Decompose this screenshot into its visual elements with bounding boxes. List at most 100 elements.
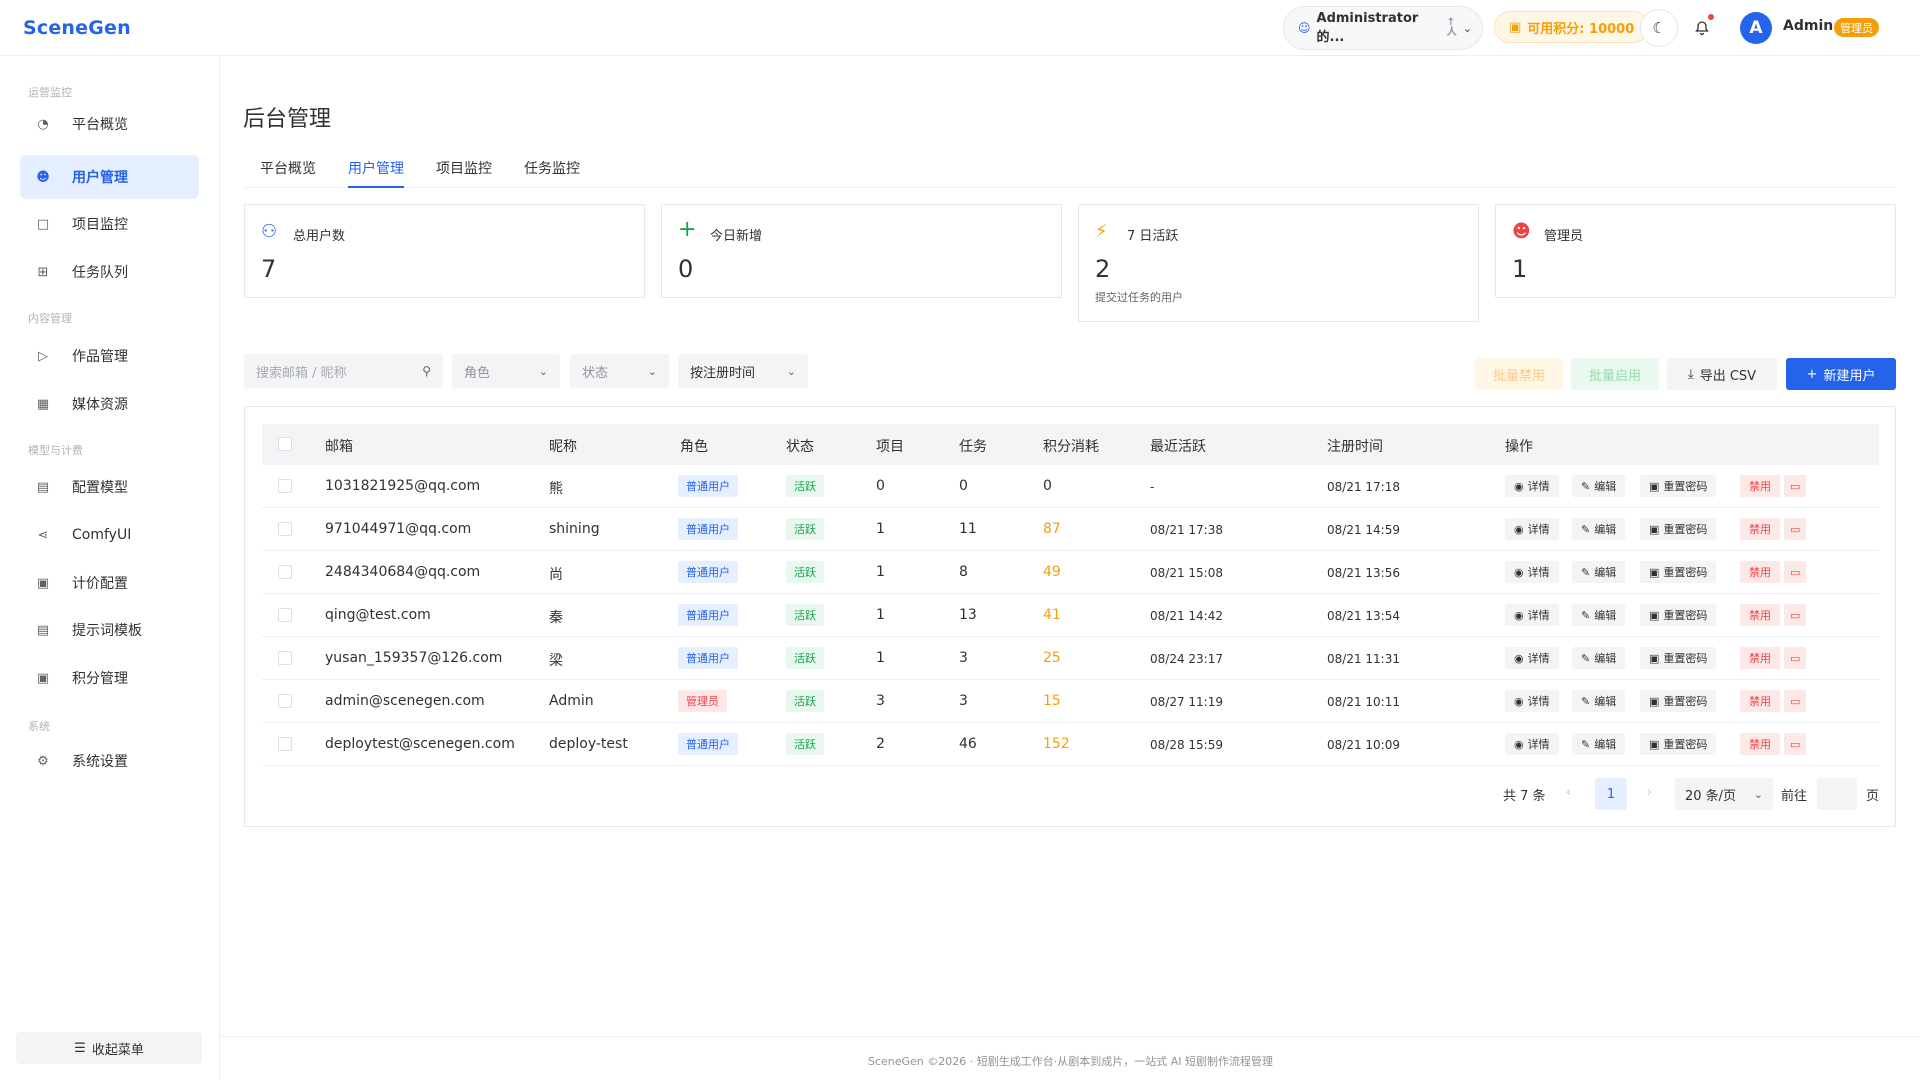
chevron-down-icon: ⌄	[786, 364, 796, 378]
select-all-checkbox[interactable]	[278, 437, 292, 451]
disable-button[interactable]: 禁用	[1740, 733, 1780, 755]
sidebar-item-overview[interactable]: ◔ 平台概览	[20, 102, 199, 146]
pagination-goto-input[interactable]	[1817, 778, 1857, 810]
disable-button[interactable]: 禁用	[1740, 647, 1780, 669]
reset-password-button[interactable]: ▣ 重置密码	[1640, 733, 1717, 755]
detail-button[interactable]: ◉ 详情	[1505, 561, 1559, 583]
collapse-menu-button[interactable]: ☰ 收起菜单	[16, 1032, 202, 1064]
coin-icon: ▣	[1509, 19, 1522, 35]
search-input[interactable]: 搜索邮箱 / 昵称 ⚲	[244, 354, 443, 388]
sidebar-item-users[interactable]: ☻ 用户管理	[20, 155, 199, 199]
edit-button[interactable]: ✎ 编辑	[1572, 604, 1626, 626]
pagination-next-button[interactable]: ›	[1647, 785, 1652, 800]
detail-button[interactable]: ◉ 详情	[1505, 690, 1559, 712]
top-header: SceneGen ☺ Administrator 的... ↑ 人 ⌄ ▣ 可用…	[0, 0, 1920, 56]
sidebar-item-models[interactable]: ▤ 配置模型	[20, 465, 199, 509]
batch-disable-button[interactable]: 批量禁用	[1475, 358, 1563, 390]
disable-button[interactable]: 禁用	[1740, 518, 1780, 540]
table-row: deploytest@scenegen.com deploy-test 普通用户 活跃…	[262, 723, 1879, 766]
row-checkbox[interactable]	[278, 694, 292, 708]
col-status[interactable]: 状态	[786, 436, 814, 456]
cell-email: 2484340684@qq.com	[325, 564, 481, 580]
delete-button[interactable]: ▭	[1784, 647, 1807, 669]
col-email[interactable]: 邮箱	[325, 436, 353, 456]
col-projects[interactable]: 项目	[876, 436, 904, 456]
delete-button[interactable]: ▭	[1784, 604, 1807, 626]
new-user-button[interactable]: + 新建用户	[1786, 358, 1896, 390]
detail-button[interactable]: ◉ 详情	[1505, 733, 1559, 755]
pagination-prev-button[interactable]: ‹	[1566, 785, 1571, 800]
edit-button[interactable]: ✎ 编辑	[1572, 647, 1626, 669]
row-checkbox[interactable]	[278, 737, 292, 751]
tab-overview[interactable]: 平台概览	[260, 158, 316, 186]
row-checkbox[interactable]	[278, 651, 292, 665]
disable-button[interactable]: 禁用	[1740, 561, 1780, 583]
sidebar-item-tasks[interactable]: ⊞ 任务队列	[20, 250, 199, 294]
col-tasks[interactable]: 任务	[959, 436, 987, 456]
page-size-select[interactable]: 20 条/页 ⌄	[1675, 778, 1773, 810]
sidebar-group-ops: 运营监控	[28, 86, 72, 99]
sidebar-item-projects[interactable]: □ 项目监控	[20, 202, 199, 246]
footer: SceneGen ©2026 · 短剧生成工作台·从剧本到成片，一站式 AI 短…	[221, 1036, 1920, 1080]
detail-button[interactable]: ◉ 详情	[1505, 518, 1559, 540]
reset-password-button[interactable]: ▣ 重置密码	[1640, 647, 1717, 669]
sidebar-item-media[interactable]: ▦ 媒体资源	[20, 382, 199, 426]
download-icon: ⤓	[1687, 366, 1694, 382]
project-selector[interactable]: ☺ Administrator 的... ↑ 人 ⌄	[1283, 6, 1483, 50]
sidebar-item-settings[interactable]: ⚙ 系统设置	[20, 739, 199, 783]
delete-button[interactable]: ▭	[1784, 561, 1807, 583]
role-select[interactable]: 角色 ⌄	[452, 354, 560, 388]
tab-projects[interactable]: 项目监控	[436, 158, 492, 186]
disable-button[interactable]: 禁用	[1740, 604, 1780, 626]
points-badge[interactable]: ▣ 可用积分: 10000	[1494, 11, 1650, 43]
detail-button[interactable]: ◉ 详情	[1505, 604, 1559, 626]
row-checkbox[interactable]	[278, 565, 292, 579]
reset-password-button[interactable]: ▣ 重置密码	[1640, 604, 1717, 626]
reset-password-button[interactable]: ▣ 重置密码	[1640, 561, 1717, 583]
col-last-active[interactable]: 最近活跃	[1150, 436, 1206, 456]
app-logo[interactable]: SceneGen	[23, 17, 131, 39]
row-checkbox[interactable]	[278, 608, 292, 622]
detail-button[interactable]: ◉ 详情	[1505, 475, 1559, 497]
sidebar-item-comfyui[interactable]: ⋖ ComfyUI	[20, 513, 199, 557]
batch-enable-button[interactable]: 批量启用	[1571, 358, 1659, 390]
reset-password-button[interactable]: ▣ 重置密码	[1640, 690, 1717, 712]
sidebar-item-works[interactable]: ▷ 作品管理	[20, 334, 199, 378]
edit-button[interactable]: ✎ 编辑	[1572, 518, 1626, 540]
user-name[interactable]: Admin	[1783, 18, 1833, 34]
edit-button[interactable]: ✎ 编辑	[1572, 561, 1626, 583]
col-points[interactable]: 积分消耗	[1043, 436, 1099, 456]
disable-button[interactable]: 禁用	[1740, 475, 1780, 497]
row-checkbox[interactable]	[278, 479, 292, 493]
col-registered[interactable]: 注册时间	[1327, 436, 1383, 456]
pagination-page-1[interactable]: 1	[1595, 778, 1627, 810]
delete-button[interactable]: ▭	[1784, 733, 1807, 755]
tab-tasks[interactable]: 任务监控	[524, 158, 580, 186]
delete-button[interactable]: ▭	[1784, 518, 1807, 540]
delete-button[interactable]: ▭	[1784, 475, 1807, 497]
edit-button[interactable]: ✎ 编辑	[1572, 475, 1626, 497]
tab-users[interactable]: 用户管理	[348, 158, 404, 188]
theme-toggle-button[interactable]: ☾	[1640, 9, 1678, 47]
edit-button[interactable]: ✎ 编辑	[1572, 690, 1626, 712]
reset-password-button[interactable]: ▣ 重置密码	[1640, 518, 1717, 540]
reset-password-button[interactable]: ▣ 重置密码	[1640, 475, 1717, 497]
sidebar-item-pricing[interactable]: ▣ 计价配置	[20, 561, 199, 605]
sidebar-item-prompts[interactable]: ▤ 提示词模板	[20, 608, 199, 652]
detail-button[interactable]: ◉ 详情	[1505, 647, 1559, 669]
sort-select[interactable]: 按注册时间 ⌄	[678, 354, 808, 388]
row-checkbox[interactable]	[278, 522, 292, 536]
disable-button[interactable]: 禁用	[1740, 690, 1780, 712]
export-csv-button[interactable]: ⤓ 导出 CSV	[1667, 358, 1777, 390]
sidebar-group-content: 内容管理	[28, 312, 72, 325]
edit-button[interactable]: ✎ 编辑	[1572, 733, 1626, 755]
sort-icon[interactable]: ↑ 人	[1447, 18, 1457, 38]
notification-button[interactable]	[1688, 14, 1716, 42]
col-nickname[interactable]: 昵称	[549, 436, 577, 456]
user-group-icon: ☺	[1298, 21, 1311, 35]
sidebar-item-points[interactable]: ▣ 积分管理	[20, 656, 199, 700]
avatar[interactable]: A	[1740, 12, 1772, 44]
status-select[interactable]: 状态 ⌄	[570, 354, 669, 388]
delete-button[interactable]: ▭	[1784, 690, 1807, 712]
col-role[interactable]: 角色	[680, 436, 708, 456]
